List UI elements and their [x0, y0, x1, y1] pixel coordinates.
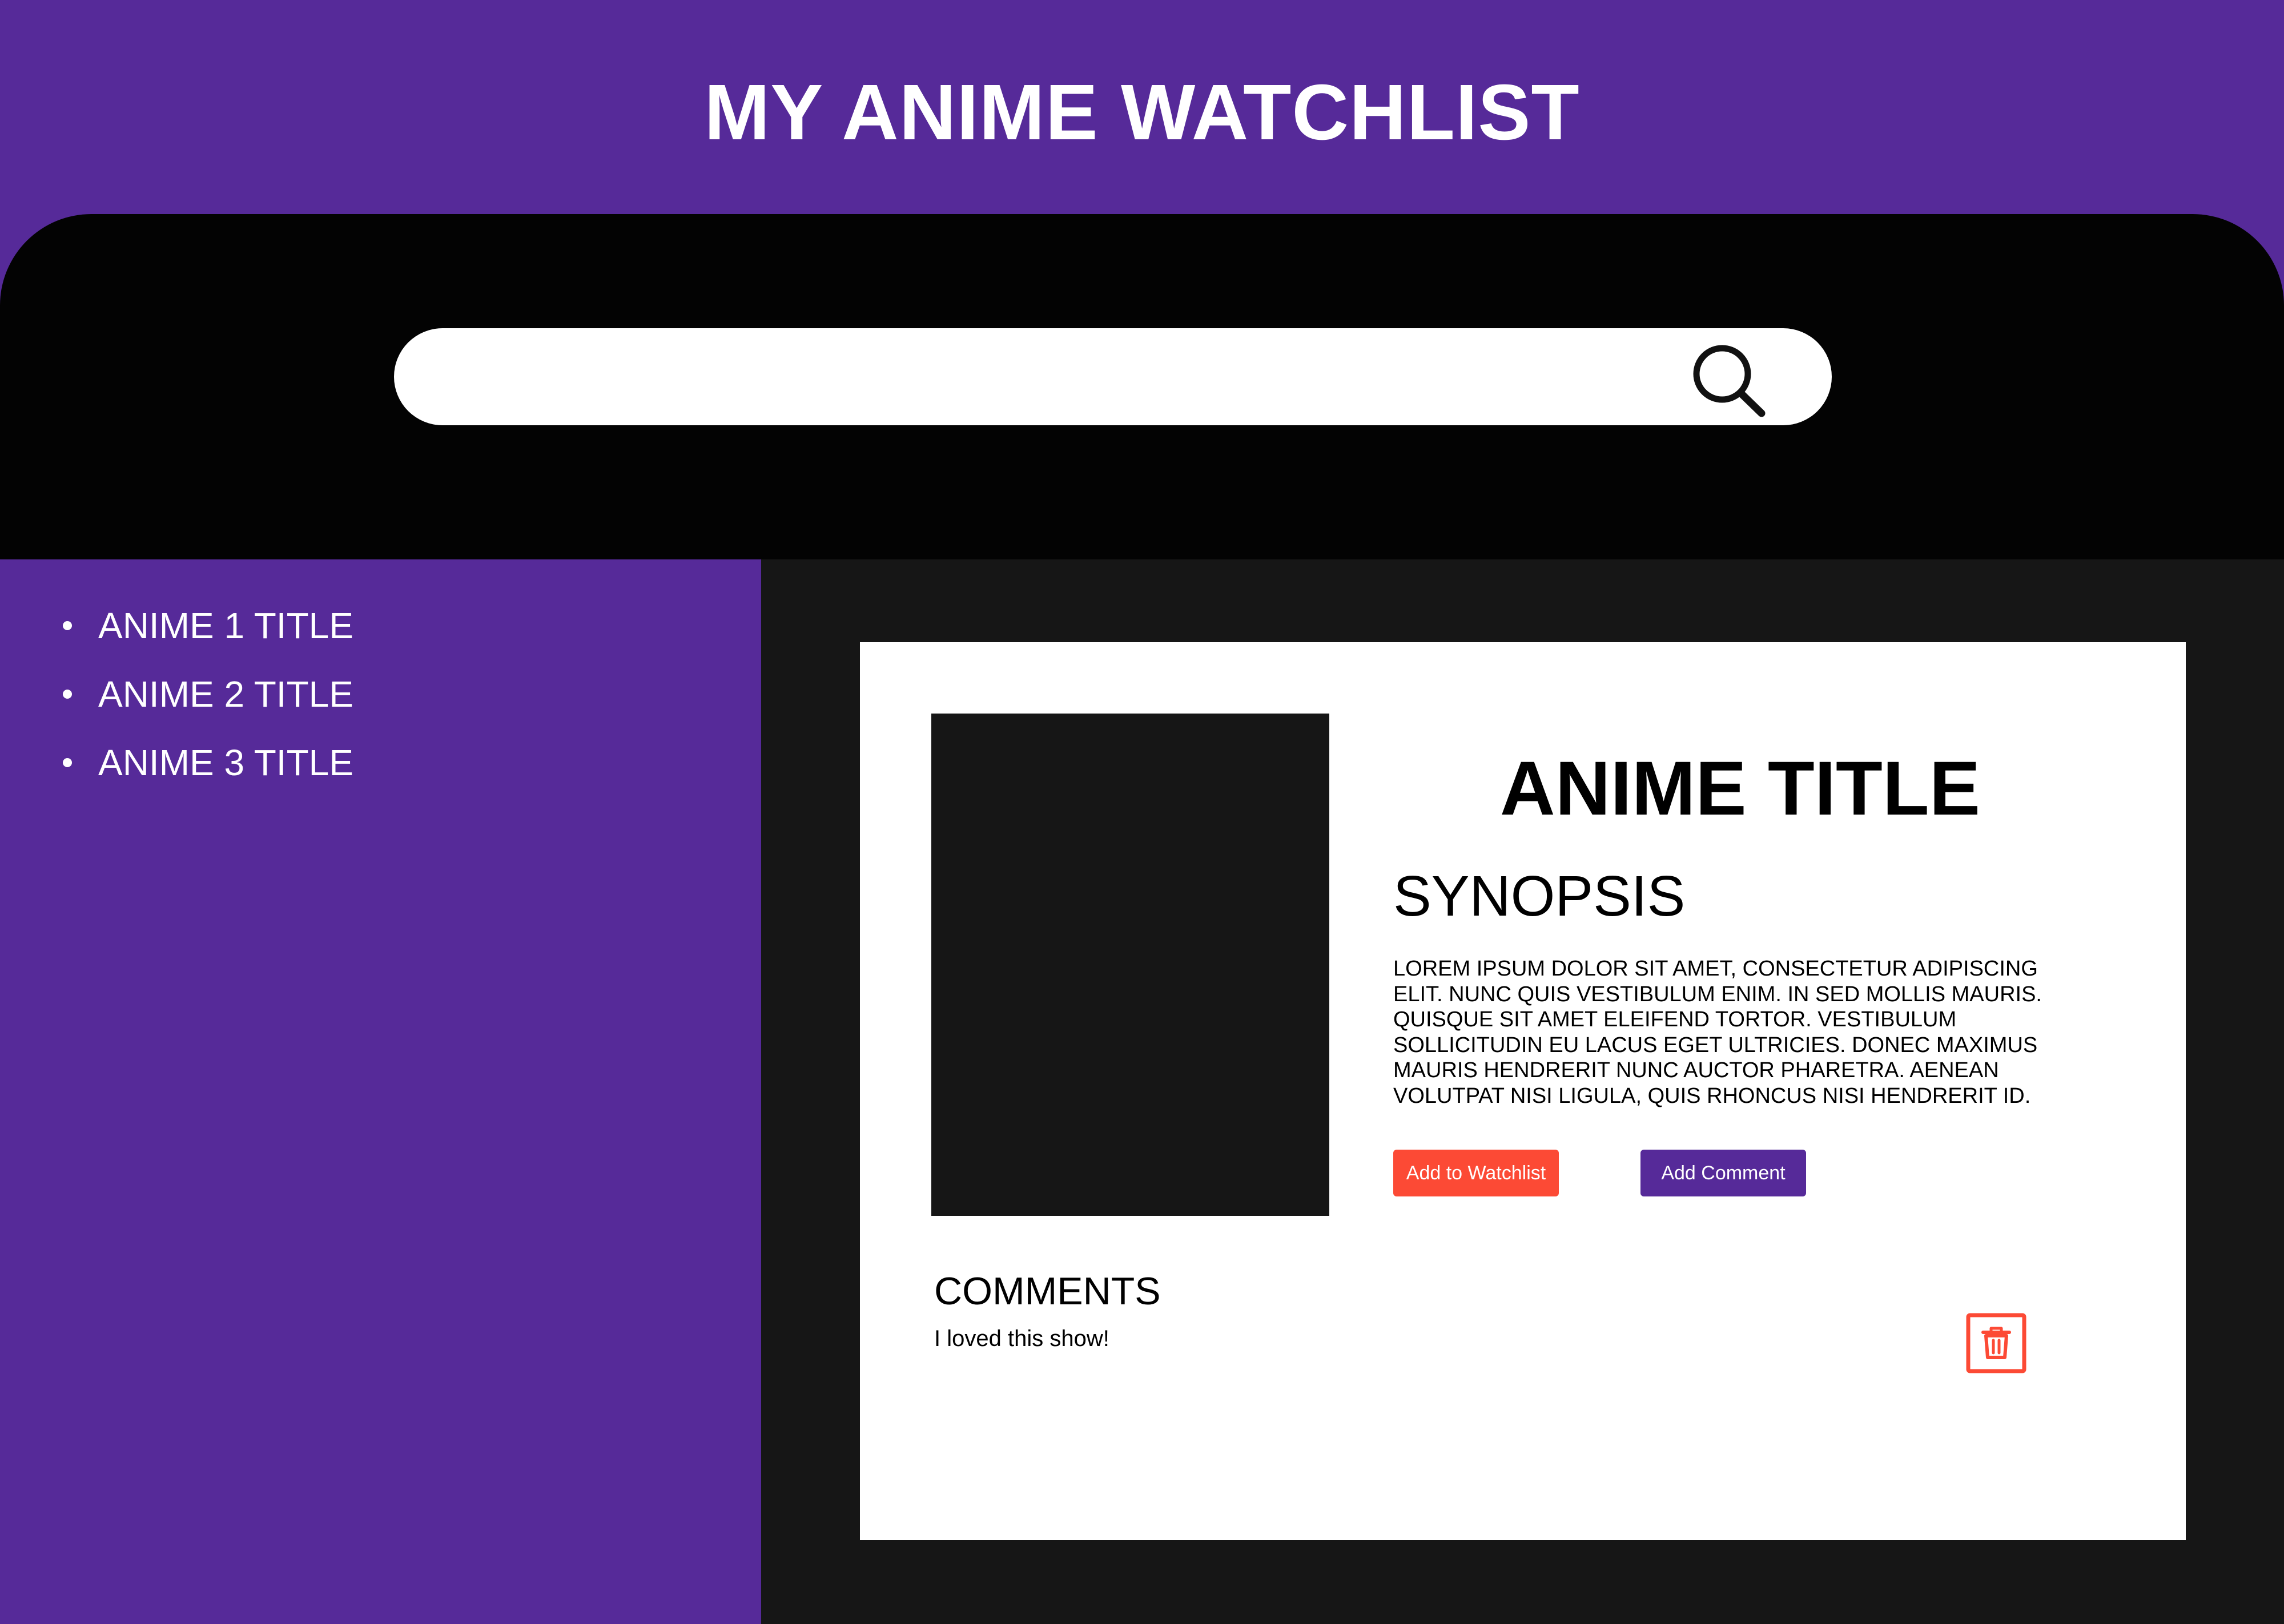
- sidebar-item-anime-1[interactable]: ANIME 1 TITLE: [63, 599, 353, 668]
- sidebar-item-anime-2[interactable]: ANIME 2 TITLE: [63, 668, 353, 736]
- synopsis-heading: SYNOPSIS: [1393, 864, 1686, 928]
- comments-heading: COMMENTS: [934, 1270, 1161, 1313]
- delete-comment-button[interactable]: [1966, 1313, 2026, 1373]
- anime-list: ANIME 1 TITLE ANIME 2 TITLE ANIME 3 TITL…: [63, 599, 353, 805]
- app-title: MY ANIME WATCHLIST: [704, 68, 1580, 156]
- page: MY ANIME WATCHLIST ANIME 1 TITLE ANIME 2…: [0, 0, 2284, 1624]
- add-comment-button[interactable]: Add Comment: [1640, 1150, 1806, 1196]
- bullet-icon: [63, 621, 72, 630]
- sidebar-item-anime-3[interactable]: ANIME 3 TITLE: [63, 736, 353, 805]
- sidebar-item-label: ANIME 1 TITLE: [98, 605, 353, 646]
- anime-title: ANIME TITLE: [1499, 746, 1981, 831]
- anime-poster: [931, 714, 1329, 1216]
- trash-icon: [1966, 1313, 2026, 1373]
- search-icon[interactable]: [1689, 340, 1775, 425]
- search-bar: [394, 328, 1832, 425]
- synopsis-text: LOREM IPSUM DOLOR SIT AMET, CONSECTETUR …: [1393, 957, 2042, 1108]
- bullet-icon: [63, 690, 72, 699]
- app-header: MY ANIME WATCHLIST: [0, 0, 2284, 214]
- add-to-watchlist-button[interactable]: Add to Watchlist: [1393, 1150, 1559, 1196]
- sidebar-item-label: ANIME 3 TITLE: [98, 742, 353, 783]
- sidebar-item-label: ANIME 2 TITLE: [98, 674, 353, 715]
- comment-text: I loved this show!: [934, 1326, 1109, 1351]
- bullet-icon: [63, 758, 72, 767]
- search-input[interactable]: [440, 348, 1698, 406]
